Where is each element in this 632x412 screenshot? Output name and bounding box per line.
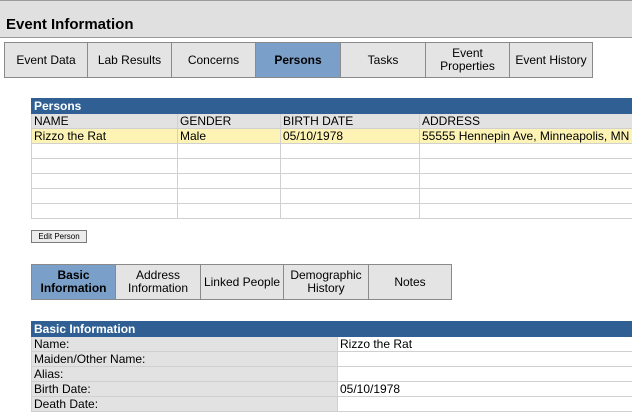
tab-label: Persons bbox=[274, 54, 321, 67]
cell-name bbox=[32, 204, 178, 219]
field-value bbox=[338, 397, 632, 412]
title-bar: Event Information bbox=[0, 0, 632, 38]
cell-birth-date: 05/10/1978 bbox=[281, 129, 420, 144]
field-value bbox=[338, 352, 632, 367]
tab-event-history[interactable]: Event History bbox=[509, 42, 593, 78]
cell-address: 55555 Hennepin Ave, Minneapolis, MN bbox=[420, 129, 632, 144]
field-label: Death Date: bbox=[32, 397, 338, 412]
cell-birth-date bbox=[281, 159, 420, 174]
cell-address bbox=[420, 144, 632, 159]
field-label: Maiden/Other Name: bbox=[32, 352, 338, 367]
field-value: 05/10/1978 bbox=[338, 382, 632, 397]
table-row[interactable] bbox=[32, 204, 632, 219]
table-row[interactable] bbox=[32, 174, 632, 189]
cell-address bbox=[420, 174, 632, 189]
tab-label: Concerns bbox=[188, 54, 239, 67]
cell-address bbox=[420, 204, 632, 219]
table-row[interactable]: Rizzo the Rat Male 05/10/1978 55555 Henn… bbox=[32, 129, 632, 144]
column-header-birth-date: BIRTH DATE bbox=[281, 114, 420, 129]
tab-label: Notes bbox=[394, 276, 425, 289]
cell-name bbox=[32, 159, 178, 174]
tab-label: Event History bbox=[515, 54, 586, 67]
field-row: Maiden/Other Name: bbox=[32, 352, 632, 367]
tab-persons[interactable]: Persons bbox=[255, 42, 341, 78]
persons-header-row: NAME GENDER BIRTH DATE ADDRESS bbox=[32, 114, 632, 129]
tab-label: Tasks bbox=[368, 54, 399, 67]
table-row[interactable] bbox=[32, 189, 632, 204]
field-value bbox=[338, 367, 632, 382]
tab-linked-people[interactable]: Linked People bbox=[200, 264, 284, 300]
tab-notes[interactable]: Notes bbox=[368, 264, 452, 300]
cell-gender bbox=[178, 204, 281, 219]
tab-lab-results[interactable]: Lab Results bbox=[87, 42, 172, 78]
basic-information-table: Basic Information Name: Rizzo the Rat Ma… bbox=[31, 321, 632, 412]
field-row: Death Date: bbox=[32, 397, 632, 412]
cell-gender bbox=[178, 144, 281, 159]
field-row: Alias: bbox=[32, 367, 632, 382]
main-tab-bar: Event Data Lab Results Concerns Persons … bbox=[4, 42, 592, 78]
tab-demographic-history[interactable]: Demographic History bbox=[283, 264, 369, 300]
field-row: Birth Date: 05/10/1978 bbox=[32, 382, 632, 397]
cell-name: Rizzo the Rat bbox=[32, 129, 178, 144]
field-label: Name: bbox=[32, 337, 338, 352]
tab-address-information[interactable]: Address Information bbox=[115, 264, 201, 300]
tab-label: Linked People bbox=[204, 276, 280, 289]
cell-birth-date bbox=[281, 144, 420, 159]
persons-table: Persons NAME GENDER BIRTH DATE ADDRESS R… bbox=[31, 98, 632, 219]
tab-basic-information[interactable]: Basic Information bbox=[31, 264, 116, 300]
cell-gender: Male bbox=[178, 129, 281, 144]
tab-tasks[interactable]: Tasks bbox=[340, 42, 426, 78]
table-row[interactable] bbox=[32, 144, 632, 159]
column-header-gender: GENDER bbox=[178, 114, 281, 129]
field-value: Rizzo the Rat bbox=[338, 337, 632, 352]
basic-information-title-row: Basic Information bbox=[32, 322, 632, 337]
cell-address bbox=[420, 189, 632, 204]
cell-name bbox=[32, 174, 178, 189]
cell-gender bbox=[178, 189, 281, 204]
tab-label: Lab Results bbox=[98, 54, 161, 67]
cell-birth-date bbox=[281, 204, 420, 219]
basic-information-title: Basic Information bbox=[32, 322, 632, 337]
window-title: Event Information bbox=[6, 16, 134, 33]
tab-label: Event Data bbox=[16, 54, 75, 67]
field-label: Alias: bbox=[32, 367, 338, 382]
tab-event-data[interactable]: Event Data bbox=[4, 42, 88, 78]
tab-concerns[interactable]: Concerns bbox=[171, 42, 256, 78]
cell-birth-date bbox=[281, 174, 420, 189]
cell-birth-date bbox=[281, 189, 420, 204]
tab-label: Address Information bbox=[124, 269, 192, 295]
cell-address bbox=[420, 159, 632, 174]
cell-gender bbox=[178, 159, 281, 174]
persons-title: Persons bbox=[32, 99, 632, 114]
persons-table-title-row: Persons bbox=[32, 99, 632, 114]
cell-gender bbox=[178, 174, 281, 189]
tab-label: Basic Information bbox=[32, 269, 115, 295]
cell-name bbox=[32, 189, 178, 204]
column-header-address: ADDRESS bbox=[420, 114, 632, 129]
edit-person-button[interactable]: Edit Person bbox=[31, 230, 87, 243]
column-header-name: NAME bbox=[32, 114, 178, 129]
cell-name bbox=[32, 144, 178, 159]
table-row[interactable] bbox=[32, 159, 632, 174]
field-row: Name: Rizzo the Rat bbox=[32, 337, 632, 352]
tab-label: Event Properties bbox=[440, 47, 495, 73]
tab-label: Demographic History bbox=[290, 269, 361, 295]
content-panel: Persons NAME GENDER BIRTH DATE ADDRESS R… bbox=[0, 78, 632, 400]
field-label: Birth Date: bbox=[32, 382, 338, 397]
sub-tab-bar: Basic Information Address Information Li… bbox=[31, 264, 451, 300]
tab-event-properties[interactable]: Event Properties bbox=[425, 42, 510, 78]
